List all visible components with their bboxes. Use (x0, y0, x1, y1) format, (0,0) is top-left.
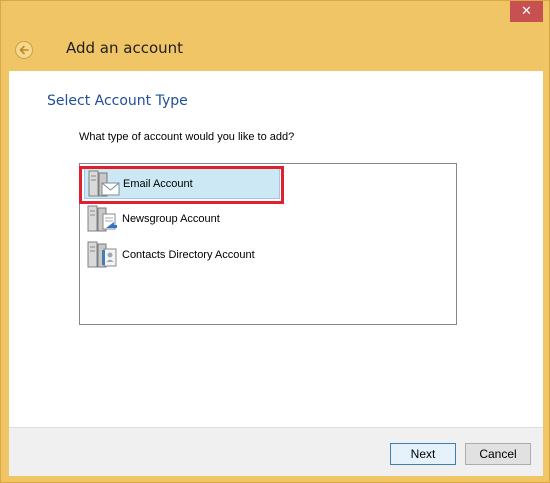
section-title: Select Account Type (47, 93, 188, 109)
list-item-label: Newsgroup Account (122, 213, 220, 225)
list-item-label: Contacts Directory Account (122, 249, 255, 261)
wizard-content: Select Account Type What type of account… (9, 71, 543, 427)
wizard-title: Add an account (66, 39, 184, 57)
contacts-directory-icon (87, 241, 117, 268)
add-account-window: ✕ Add an account Select Account Type Wha… (0, 0, 550, 483)
newsgroup-account-icon (87, 205, 117, 232)
wizard-footer: Next Cancel (9, 427, 543, 476)
annotation-highlight-box (79, 166, 284, 204)
cancel-button[interactable]: Cancel (465, 443, 531, 465)
list-item-newsgroup-account[interactable]: Newsgroup Account (84, 203, 280, 235)
close-button[interactable]: ✕ (510, 1, 543, 22)
account-type-prompt: What type of account would you like to a… (79, 131, 295, 143)
back-arrow-icon (19, 45, 29, 55)
list-item-contacts-directory-account[interactable]: Contacts Directory Account (84, 239, 280, 271)
wizard-header: Add an account (9, 31, 543, 71)
next-button[interactable]: Next (390, 443, 456, 465)
back-button[interactable] (15, 41, 33, 59)
